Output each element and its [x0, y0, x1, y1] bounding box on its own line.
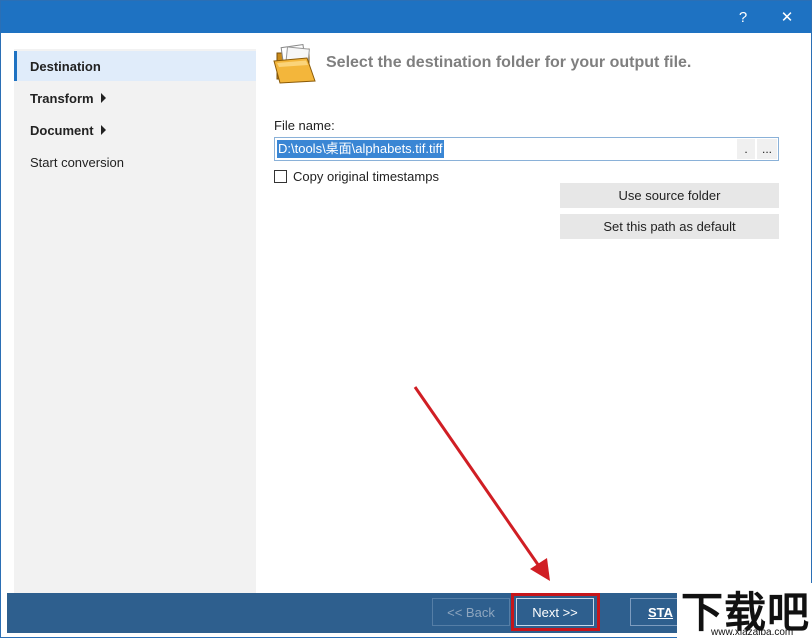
- submenu-arrow-icon: [100, 93, 106, 103]
- title-bar: ? ✕: [1, 1, 811, 33]
- next-button-highlight: [511, 593, 600, 631]
- browse-button[interactable]: ...: [757, 139, 777, 159]
- dot-button[interactable]: .: [737, 139, 755, 159]
- sidebar-item-label: Destination: [30, 58, 101, 74]
- sidebar-item-document[interactable]: Document: [14, 115, 256, 145]
- sidebar: Destination Transform Document Start con…: [14, 49, 256, 593]
- sidebar-item-label: Transform: [30, 90, 94, 106]
- sidebar-item-label: Document: [30, 122, 94, 138]
- file-name-value: D:\tools\桌面\alphabets.tif.tiff: [277, 140, 444, 158]
- help-button[interactable]: ?: [723, 1, 763, 33]
- dialog-window: ? ✕ Destination Transform Document Start…: [0, 0, 812, 639]
- watermark-logo: 下载吧 www.xiazaiba.com: [677, 583, 812, 639]
- file-name-label: File name:: [274, 118, 335, 133]
- copy-timestamps-checkbox[interactable]: Copy original timestamps: [274, 168, 439, 184]
- sidebar-item-start-conversion[interactable]: Start conversion: [14, 147, 256, 177]
- sidebar-item-transform[interactable]: Transform: [14, 83, 256, 113]
- submenu-arrow-icon: [100, 125, 106, 135]
- page-heading: Select the destination folder for your o…: [326, 54, 692, 71]
- back-button[interactable]: << Back: [432, 598, 510, 626]
- copy-timestamps-label: Copy original timestamps: [293, 168, 439, 184]
- file-name-input[interactable]: D:\tools\桌面\alphabets.tif.tiff: [274, 137, 779, 161]
- checkbox-box[interactable]: [274, 169, 287, 183]
- use-source-folder-button[interactable]: Use source folder: [560, 183, 779, 208]
- watermark-url: www.xiazaiba.com: [711, 627, 794, 638]
- folder-open-icon: [271, 39, 319, 87]
- close-button[interactable]: ✕: [767, 1, 807, 33]
- start-button-label: STA: [648, 604, 674, 620]
- sidebar-item-label: Start conversion: [30, 154, 124, 170]
- sidebar-item-destination[interactable]: Destination: [14, 51, 256, 81]
- set-default-path-button[interactable]: Set this path as default: [560, 214, 779, 239]
